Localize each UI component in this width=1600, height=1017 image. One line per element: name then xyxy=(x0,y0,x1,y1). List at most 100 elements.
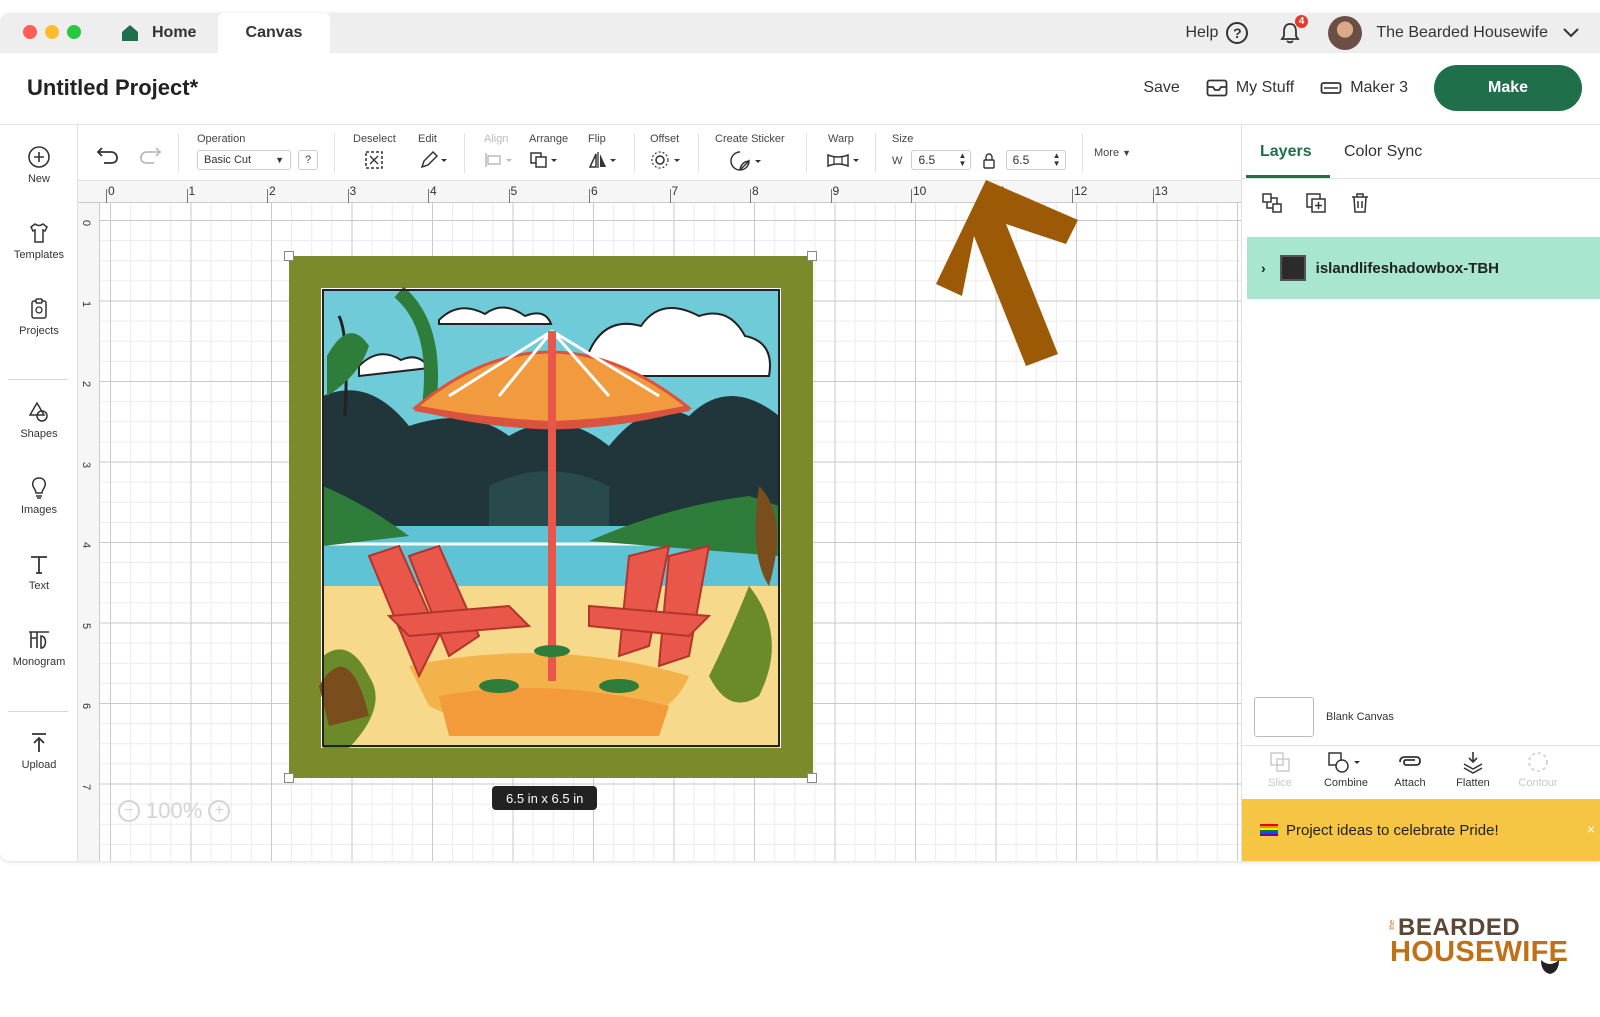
slice-button[interactable]: Slice xyxy=(1250,750,1310,789)
operation-help-button[interactable]: ? xyxy=(298,150,319,170)
panel-tabs: Layers Color Sync xyxy=(1242,125,1600,179)
zoom-out-button[interactable]: − xyxy=(118,800,140,822)
height-value: 6.5 xyxy=(1012,153,1030,167)
ruler-tick-label: 3 xyxy=(80,461,93,468)
toolbar-divider xyxy=(178,133,179,173)
edit-label: Edit xyxy=(418,133,437,145)
ruler-tick-label: 4 xyxy=(80,541,93,549)
close-window-button[interactable] xyxy=(23,25,37,39)
operation-select[interactable]: Basic Cut ▼ xyxy=(197,150,291,170)
maximize-window-button[interactable] xyxy=(67,25,81,39)
design-image[interactable] xyxy=(289,256,813,778)
ruler-tick-label: 7 xyxy=(80,783,93,790)
ruler-tick xyxy=(347,189,349,203)
machine-button[interactable]: Maker 3 xyxy=(1320,79,1408,97)
align-button[interactable]: Align xyxy=(484,133,516,173)
sidebar-item-label: Monogram xyxy=(12,656,66,668)
align-label: Align xyxy=(484,133,509,145)
blank-canvas-swatch[interactable] xyxy=(1254,697,1314,737)
attach-button[interactable]: Attach xyxy=(1380,750,1440,789)
width-input[interactable]: 6.5 ▲ ▼ xyxy=(911,150,972,170)
combine-button[interactable]: Combine xyxy=(1316,750,1376,789)
deselect-icon xyxy=(365,151,384,169)
text-icon xyxy=(31,556,47,574)
zoom-in-button[interactable]: + xyxy=(208,800,231,822)
ruler-tick xyxy=(508,189,510,203)
tab-home[interactable]: Home xyxy=(108,13,218,53)
warp-button[interactable]: Warp xyxy=(826,133,862,173)
sidebar-item-label: Images xyxy=(20,504,58,516)
flip-label: Flip xyxy=(588,133,606,145)
my-stuff-label: My Stuff xyxy=(1235,79,1295,96)
sidebar-item-shapes[interactable]: Shapes xyxy=(0,400,78,440)
toolbar-divider xyxy=(1082,133,1083,173)
layer-item[interactable]: › islandlifeshadowbox-TBH xyxy=(1247,237,1600,299)
tab-canvas-label: Canvas xyxy=(245,24,303,41)
sidebar-item-label: New xyxy=(27,173,50,185)
contour-button[interactable]: Contour xyxy=(1508,750,1568,789)
height-input[interactable]: 6.5 ▲ ▼ xyxy=(1005,150,1066,170)
chevron-right-icon[interactable]: › xyxy=(1261,260,1266,276)
resize-handle-top-left[interactable] xyxy=(284,251,294,261)
resize-handle-bottom-left[interactable] xyxy=(284,773,294,783)
caret-down-icon: ▼ xyxy=(275,155,284,165)
make-button[interactable]: Make xyxy=(1434,65,1582,111)
blank-canvas-row[interactable]: Blank Canvas xyxy=(1254,697,1394,737)
operation-label: Operation xyxy=(197,133,246,145)
sidebar-item-text[interactable]: Text xyxy=(0,552,78,592)
redo-icon[interactable] xyxy=(138,145,162,165)
tab-layers[interactable]: Layers xyxy=(1260,143,1312,161)
sidebar-item-upload[interactable]: Upload xyxy=(0,731,78,771)
create-sticker-button[interactable]: Create Sticker xyxy=(715,133,785,175)
save-button[interactable]: Save xyxy=(1143,79,1179,97)
clipboard-icon xyxy=(31,298,47,319)
arrange-button[interactable]: Arrange xyxy=(529,133,568,173)
ruler-tick xyxy=(589,189,590,203)
header-actions: Save My Stuff Maker 3 Make xyxy=(1143,65,1582,111)
flatten-button[interactable]: Flatten xyxy=(1443,750,1503,789)
sidebar-item-templates[interactable]: Templates xyxy=(0,221,78,261)
resize-handle-top-right[interactable] xyxy=(807,251,817,261)
account-area: Help ? 4 The Bearded Housewife xyxy=(1185,13,1580,53)
lightbulb-icon xyxy=(32,477,46,499)
edit-button[interactable]: Edit xyxy=(418,133,450,173)
minimize-window-button[interactable] xyxy=(45,25,59,39)
ruler-tick-label: 2 xyxy=(80,380,93,388)
trash-icon[interactable] xyxy=(1348,191,1372,215)
deselect-label: Deselect xyxy=(353,133,396,145)
user-name[interactable]: The Bearded Housewife xyxy=(1376,24,1548,42)
tab-canvas[interactable]: Canvas xyxy=(218,13,330,53)
close-icon[interactable]: × xyxy=(1587,821,1595,837)
my-stuff-button[interactable]: My Stuff xyxy=(1206,79,1294,97)
group-icon[interactable] xyxy=(1260,191,1284,215)
tab-color-sync[interactable]: Color Sync xyxy=(1344,143,1422,161)
undo-icon[interactable] xyxy=(96,145,120,165)
size-group: Size W 6.5 ▲ ▼ 6.5 ▲ ▼ xyxy=(892,133,1066,170)
avatar[interactable] xyxy=(1328,16,1363,50)
sidebar-item-projects[interactable]: Projects xyxy=(0,297,78,337)
sidebar-item-new[interactable]: New xyxy=(0,145,78,185)
help-label: Help xyxy=(1185,24,1219,41)
offset-button[interactable]: Offset xyxy=(650,133,684,173)
chevron-down-icon[interactable] xyxy=(1562,27,1580,39)
sidebar-item-monogram[interactable]: Monogram xyxy=(0,628,78,668)
ruler-left: 0 1 2 3 4 5 6 7 xyxy=(78,203,100,861)
shapes-icon xyxy=(28,401,48,422)
stepper-icon: ▲ ▼ xyxy=(958,151,967,168)
plus-circle-icon xyxy=(28,146,50,168)
duplicate-icon[interactable] xyxy=(1304,191,1328,215)
lock-icon[interactable] xyxy=(981,152,997,170)
help-link[interactable]: Help ? xyxy=(1185,22,1249,44)
flip-button[interactable]: Flip xyxy=(588,133,620,173)
paperclip-icon xyxy=(1399,756,1421,766)
more-button[interactable]: More ▼ xyxy=(1094,147,1131,159)
project-title[interactable]: Untitled Project* xyxy=(27,75,198,101)
tab-bar: Home Canvas Help ? 4 The Bearded Housewi… xyxy=(0,13,1600,53)
resize-handle-bottom-right[interactable] xyxy=(807,773,817,783)
ruler-tick-label: 2 xyxy=(269,184,276,198)
ruler-tick-label: 1 xyxy=(80,300,93,307)
promo-banner[interactable]: Project ideas to celebrate Pride! × xyxy=(1242,799,1600,861)
notifications-button[interactable]: 4 xyxy=(1276,15,1309,47)
sidebar-item-images[interactable]: Images xyxy=(0,476,78,516)
deselect-button[interactable]: Deselect xyxy=(353,133,396,173)
